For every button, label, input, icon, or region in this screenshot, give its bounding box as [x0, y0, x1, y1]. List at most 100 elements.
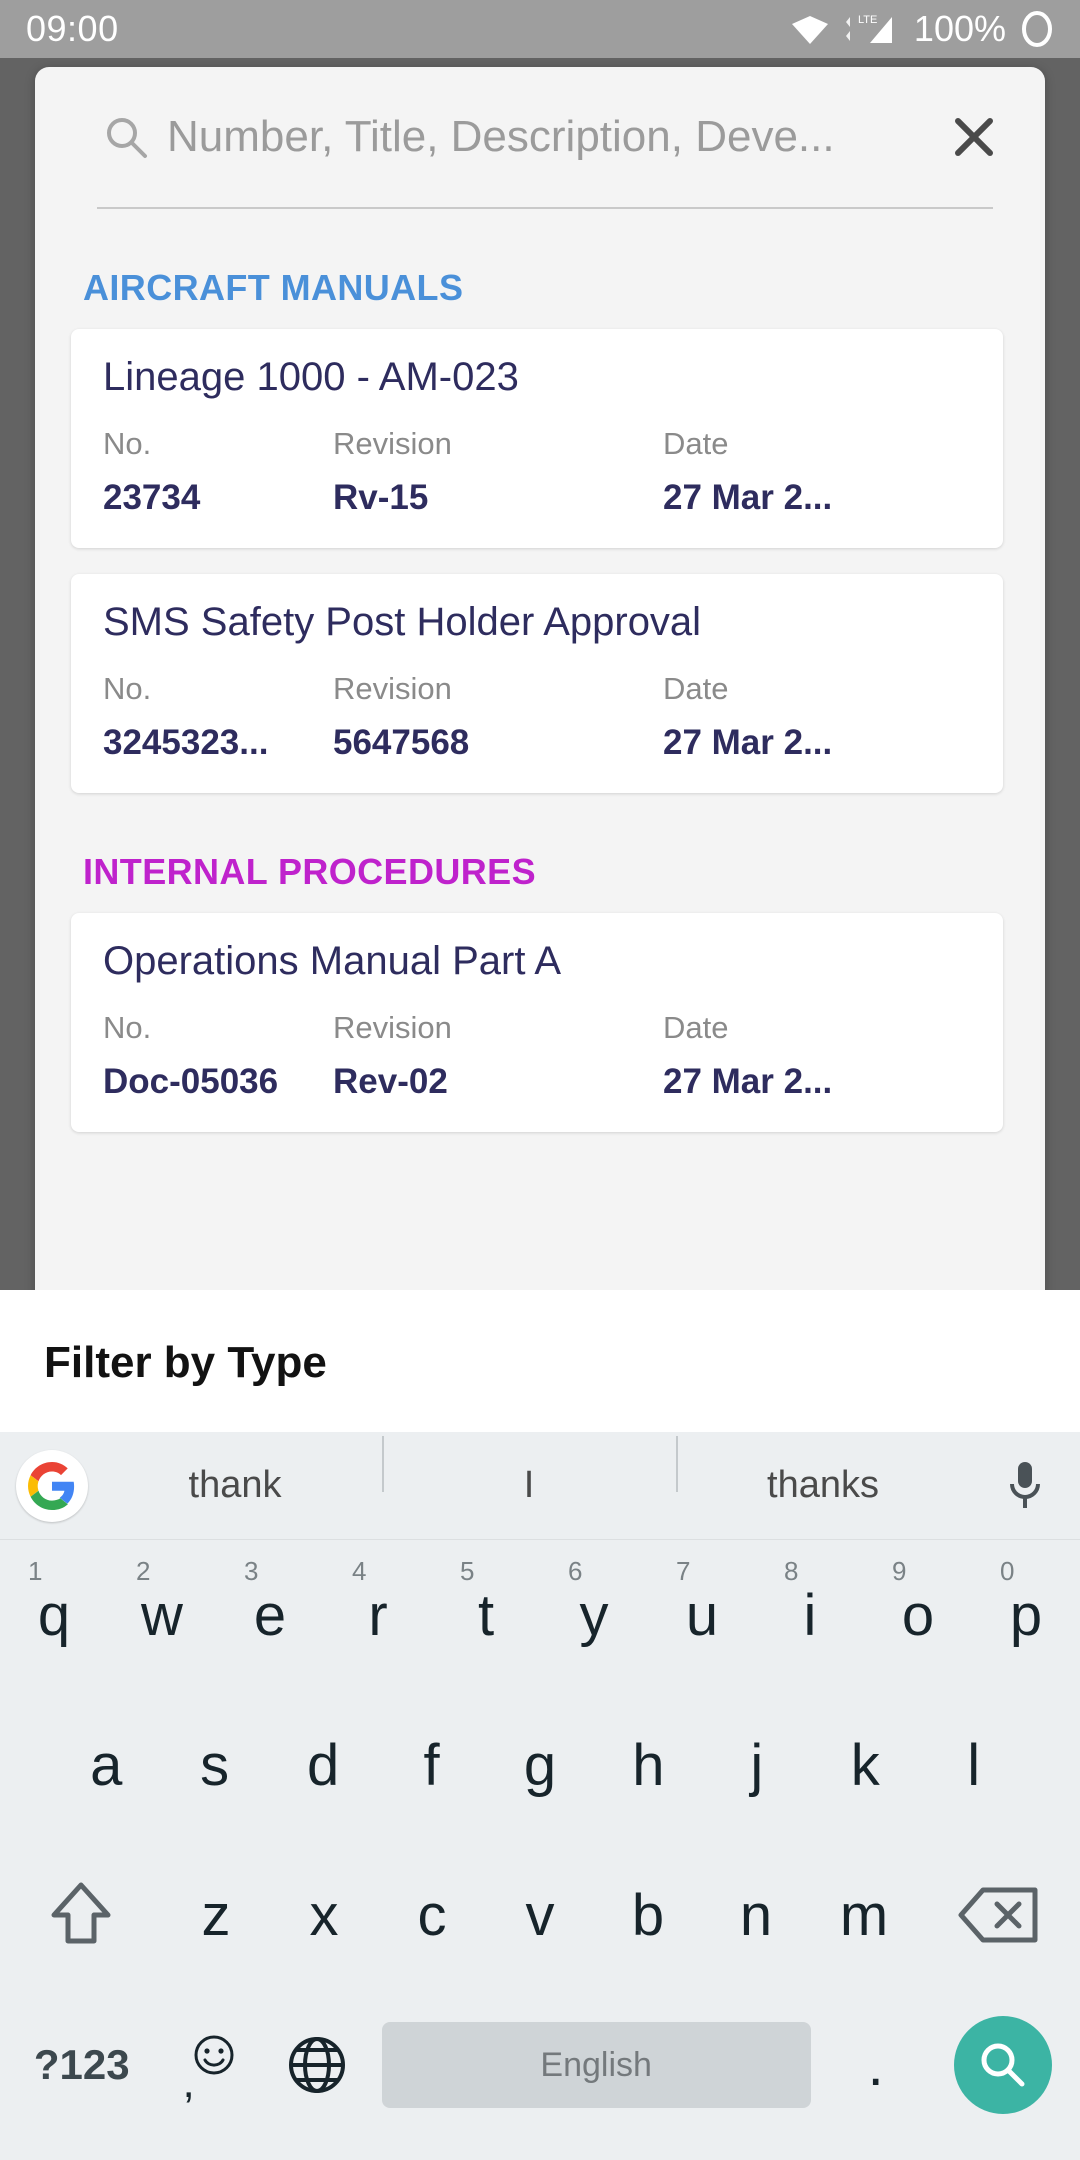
key-w[interactable]: 2w — [108, 1540, 216, 1690]
key-z[interactable]: z — [162, 1840, 270, 1990]
key-number-hint: 9 — [892, 1556, 907, 1586]
keyboard-row-3: z x c v b n m — [0, 1840, 1080, 1990]
section-header-internal-procedures: INTERNAL PROCEDURES — [83, 851, 536, 892]
key-number-hint: 2 — [136, 1556, 151, 1586]
column-label-revision: Revision — [333, 1010, 452, 1045]
modal-scrim[interactable]: AIRCRAFT MANUALS Lineage 1000 - AM-023 N… — [0, 58, 1080, 1290]
suggestion-item[interactable]: thank — [88, 1464, 382, 1507]
close-icon — [955, 118, 993, 156]
key-s[interactable]: s — [160, 1690, 268, 1840]
key-k[interactable]: k — [811, 1690, 919, 1840]
space-key[interactable]: English — [368, 1990, 825, 2140]
key-label: o — [901, 1582, 935, 1648]
result-title: Operations Manual Part A — [103, 939, 562, 983]
shift-key[interactable] — [0, 1840, 162, 1990]
suggestion-item[interactable]: I — [382, 1436, 676, 1507]
key-label: t — [477, 1582, 495, 1648]
period-key[interactable]: . — [825, 1990, 927, 2140]
emoji-comma-key[interactable]: , — [163, 1990, 265, 2140]
status-time: 09:00 — [26, 8, 119, 49]
result-title: SMS Safety Post Holder Approval — [103, 600, 702, 644]
key-c[interactable]: c — [378, 1840, 486, 1990]
key-q[interactable]: 1q — [0, 1540, 108, 1690]
key-number-hint: 3 — [244, 1556, 259, 1586]
key-r[interactable]: 4r — [324, 1540, 432, 1690]
globe-icon — [288, 2037, 345, 2093]
wifi-icon — [790, 12, 830, 46]
keyboard-row-2: a s d f g h j k l — [0, 1690, 1080, 1840]
microphone-icon[interactable] — [970, 1458, 1080, 1514]
column-label-date: Date — [663, 1010, 729, 1045]
key-number-hint: 6 — [568, 1556, 583, 1586]
section-header-aircraft-manuals: AIRCRAFT MANUALS — [83, 267, 464, 308]
search-dialog: AIRCRAFT MANUALS Lineage 1000 - AM-023 N… — [35, 67, 1045, 1290]
virtual-keyboard: thank I thanks 1q 2w 3e 4r 5t 6y 7u 8i 9… — [0, 1432, 1080, 2160]
key-t[interactable]: 5t — [432, 1540, 540, 1690]
key-l[interactable]: l — [920, 1690, 1028, 1840]
space-key-label: English — [381, 2022, 811, 2108]
shift-icon — [51, 1882, 111, 1944]
svg-text:LTE: LTE — [858, 14, 877, 26]
column-label-no: No. — [103, 426, 152, 461]
backspace-icon — [958, 1887, 1038, 1943]
search-input[interactable] — [167, 112, 939, 162]
result-card[interactable]: Lineage 1000 - AM-023 No. 23734 Revision… — [71, 329, 1003, 548]
filter-sheet-title: Filter by Type — [44, 1338, 327, 1387]
search-icon — [981, 2043, 1025, 2087]
key-x[interactable]: x — [270, 1840, 378, 1990]
key-b[interactable]: b — [594, 1840, 702, 1990]
key-label: y — [579, 1582, 609, 1648]
comma-label: , — [182, 2058, 195, 2107]
result-date: 27 Mar 2... — [663, 478, 833, 517]
result-card[interactable]: SMS Safety Post Holder Approval No. 3245… — [71, 574, 1003, 793]
result-revision: Rv-15 — [333, 478, 429, 517]
keyboard-row-4: ?123 , English . — [0, 1990, 1080, 2140]
key-p[interactable]: 0p — [972, 1540, 1080, 1690]
key-m[interactable]: m — [810, 1840, 918, 1990]
key-number-hint: 7 — [676, 1556, 691, 1586]
key-y[interactable]: 6y — [540, 1540, 648, 1690]
key-number-hint: 4 — [352, 1556, 367, 1586]
key-label: i — [803, 1582, 817, 1648]
key-f[interactable]: f — [377, 1690, 485, 1840]
keyboard-row-1: 1q 2w 3e 4r 5t 6y 7u 8i 9o 0p — [0, 1540, 1080, 1690]
key-label: u — [685, 1582, 719, 1648]
key-number-hint: 1 — [28, 1556, 43, 1586]
result-no: Doc-05036 — [103, 1062, 279, 1101]
key-u[interactable]: 7u — [648, 1540, 756, 1690]
key-i[interactable]: 8i — [756, 1540, 864, 1690]
key-j[interactable]: j — [703, 1690, 811, 1840]
clear-search-button[interactable] — [939, 102, 1009, 172]
language-switch-key[interactable] — [266, 1990, 368, 2140]
suggestion-strip: thank I thanks — [0, 1432, 1080, 1540]
status-bar: 09:00 LTE 100% — [0, 0, 1080, 58]
key-number-hint: 8 — [784, 1556, 799, 1586]
key-h[interactable]: h — [594, 1690, 702, 1840]
key-label: q — [37, 1582, 71, 1648]
search-enter-key[interactable] — [927, 1990, 1080, 2140]
backspace-key[interactable] — [918, 1840, 1080, 1990]
result-date: 27 Mar 2... — [663, 1062, 833, 1101]
key-o[interactable]: 9o — [864, 1540, 972, 1690]
key-g[interactable]: g — [486, 1690, 594, 1840]
column-label-no: No. — [103, 1010, 152, 1045]
status-indicators: LTE 100% — [790, 8, 1054, 50]
result-title: Lineage 1000 - AM-023 — [103, 355, 519, 399]
key-label: p — [1009, 1582, 1043, 1648]
key-label: w — [141, 1582, 183, 1648]
key-n[interactable]: n — [702, 1840, 810, 1990]
result-revision: Rev-02 — [333, 1062, 448, 1101]
key-number-hint: 5 — [460, 1556, 475, 1586]
google-g-icon[interactable] — [16, 1449, 88, 1522]
column-label-revision: Revision — [333, 426, 452, 461]
key-e[interactable]: 3e — [216, 1540, 324, 1690]
search-bar[interactable] — [35, 67, 1045, 207]
key-label: r — [368, 1582, 388, 1648]
key-a[interactable]: a — [52, 1690, 160, 1840]
filter-bottom-sheet: Filter by Type — [0, 1290, 1080, 1432]
suggestion-item[interactable]: thanks — [676, 1436, 970, 1507]
key-v[interactable]: v — [486, 1840, 594, 1990]
key-d[interactable]: d — [269, 1690, 377, 1840]
result-card[interactable]: Operations Manual Part A No. Doc-05036 R… — [71, 913, 1003, 1132]
symbols-key[interactable]: ?123 — [0, 1990, 163, 2140]
